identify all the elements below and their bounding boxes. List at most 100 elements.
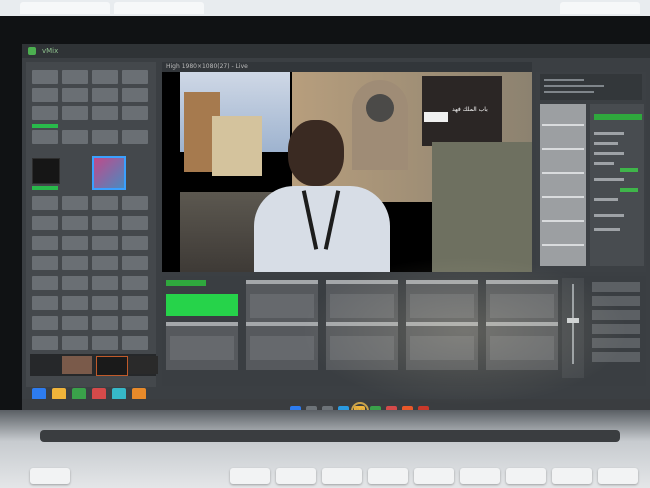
master-fader[interactable] <box>562 278 584 378</box>
input-button[interactable] <box>32 316 58 330</box>
presenter-body <box>254 186 390 272</box>
channel-block[interactable] <box>326 322 398 370</box>
input-button[interactable] <box>32 196 58 210</box>
arrow-icon <box>424 112 448 122</box>
channel-block[interactable] <box>326 280 398 328</box>
keyboard-key <box>598 468 638 484</box>
camera-sign: باب الملك فهد <box>422 76 502 146</box>
input-button[interactable] <box>122 316 148 330</box>
preview-thumbnails <box>30 354 158 376</box>
input-button[interactable] <box>122 130 148 144</box>
input-button[interactable] <box>92 196 118 210</box>
input-button[interactable] <box>92 316 118 330</box>
input-button[interactable] <box>32 336 58 350</box>
toggle-on[interactable] <box>620 168 638 172</box>
keyboard-key <box>460 468 500 484</box>
input-button[interactable] <box>122 236 148 250</box>
input-button[interactable] <box>32 236 58 250</box>
setting-row[interactable] <box>594 198 618 201</box>
setting-row[interactable] <box>594 132 624 135</box>
input-button[interactable] <box>92 336 118 350</box>
input-button[interactable] <box>122 276 148 290</box>
input-button[interactable] <box>62 336 88 350</box>
keyboard-key <box>322 468 362 484</box>
input-button[interactable] <box>32 296 58 310</box>
input-button[interactable] <box>62 236 88 250</box>
input-button[interactable] <box>62 276 88 290</box>
input-button[interactable] <box>32 276 58 290</box>
transition-button[interactable] <box>592 296 640 306</box>
input-thumbnail[interactable] <box>32 158 60 184</box>
input-button[interactable] <box>62 216 88 230</box>
keyboard-key <box>230 468 270 484</box>
input-button[interactable] <box>122 196 148 210</box>
toggle-on[interactable] <box>620 188 638 192</box>
setting-row[interactable] <box>594 142 618 145</box>
input-button[interactable] <box>62 106 88 120</box>
channel-block[interactable] <box>406 280 478 328</box>
channel-block[interactable] <box>406 322 478 370</box>
input-button[interactable] <box>32 88 58 102</box>
app-name: vMix <box>42 47 59 55</box>
window-controls[interactable] <box>560 2 640 14</box>
input-button[interactable] <box>92 296 118 310</box>
input-button[interactable] <box>32 130 58 144</box>
program-header: High 1980×1080(27) - Live <box>162 62 532 72</box>
transition-button[interactable] <box>592 282 640 292</box>
keyboard-key <box>276 468 316 484</box>
channel-block[interactable] <box>486 280 558 328</box>
setting-row[interactable] <box>594 214 624 217</box>
channel-block[interactable] <box>246 322 318 370</box>
preview-thumbnail[interactable] <box>96 356 128 376</box>
transition-button[interactable] <box>592 310 640 320</box>
input-button[interactable] <box>92 256 118 270</box>
laptop-bezel: vMix High 1980×1080(27) - Live باب الملك… <box>0 16 650 436</box>
input-button[interactable] <box>92 106 118 120</box>
input-button[interactable] <box>92 276 118 290</box>
setting-row[interactable] <box>594 178 624 181</box>
program-output[interactable]: باب الملك فهد <box>162 72 532 272</box>
input-button[interactable] <box>122 336 148 350</box>
input-button[interactable] <box>92 88 118 102</box>
transition-button[interactable] <box>592 324 640 334</box>
preview-thumbnail[interactable] <box>128 356 158 374</box>
browser-tab[interactable] <box>20 2 110 14</box>
input-button[interactable] <box>62 88 88 102</box>
input-button[interactable] <box>62 70 88 84</box>
input-button[interactable] <box>62 256 88 270</box>
input-button[interactable] <box>122 296 148 310</box>
setting-row[interactable] <box>594 152 624 155</box>
input-button[interactable] <box>32 106 58 120</box>
input-button[interactable] <box>62 316 88 330</box>
transition-button[interactable] <box>592 352 640 362</box>
browser-tabs-bar <box>0 0 650 16</box>
input-button[interactable] <box>92 130 118 144</box>
keyboard-key <box>414 468 454 484</box>
laptop-keyboard <box>0 410 650 488</box>
selected-input-thumbnail[interactable] <box>92 156 126 190</box>
input-button[interactable] <box>32 256 58 270</box>
fader-knob[interactable] <box>567 318 579 323</box>
input-button[interactable] <box>122 216 148 230</box>
input-button[interactable] <box>92 70 118 84</box>
input-button[interactable] <box>62 296 88 310</box>
browser-tab[interactable] <box>114 2 204 14</box>
input-button[interactable] <box>122 88 148 102</box>
input-button[interactable] <box>122 106 148 120</box>
setting-row[interactable] <box>594 162 614 165</box>
input-button[interactable] <box>122 256 148 270</box>
input-button[interactable] <box>122 70 148 84</box>
channel-block[interactable] <box>166 322 238 370</box>
active-channel-button[interactable] <box>166 294 238 316</box>
channel-block[interactable] <box>486 322 558 370</box>
input-button[interactable] <box>92 216 118 230</box>
input-button[interactable] <box>62 130 88 144</box>
input-button[interactable] <box>32 70 58 84</box>
preview-thumbnail[interactable] <box>62 356 92 374</box>
input-button[interactable] <box>62 196 88 210</box>
input-button[interactable] <box>92 236 118 250</box>
input-button[interactable] <box>32 216 58 230</box>
transition-button[interactable] <box>592 338 640 348</box>
setting-row[interactable] <box>594 228 620 231</box>
channel-block[interactable] <box>246 280 318 328</box>
